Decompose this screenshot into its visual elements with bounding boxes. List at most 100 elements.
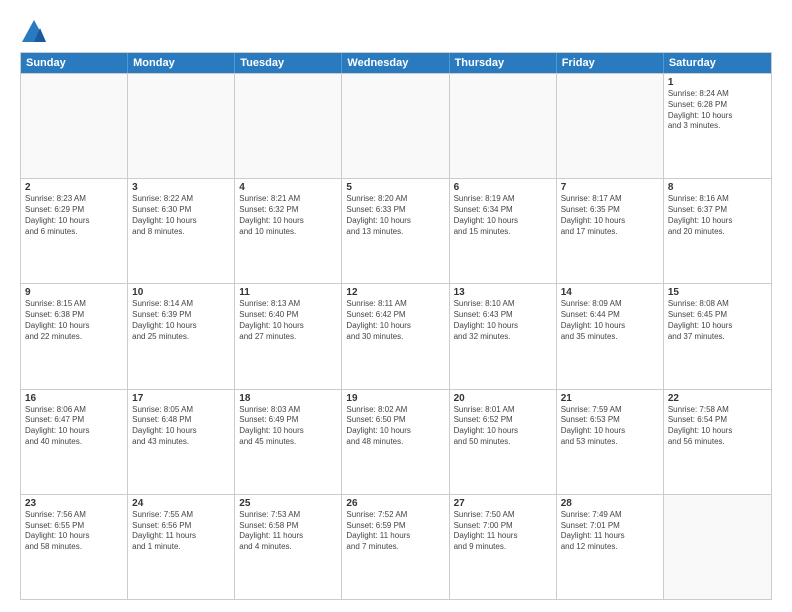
day-number: 18 (239, 393, 337, 404)
calendar-row-3: 9Sunrise: 8:15 AM Sunset: 6:38 PM Daylig… (21, 283, 771, 388)
calendar-body: 1Sunrise: 8:24 AM Sunset: 6:28 PM Daylig… (21, 73, 771, 599)
day-info: Sunrise: 7:59 AM Sunset: 6:53 PM Dayligh… (561, 405, 659, 448)
calendar-cell: 25Sunrise: 7:53 AM Sunset: 6:58 PM Dayli… (235, 495, 342, 599)
calendar-cell: 26Sunrise: 7:52 AM Sunset: 6:59 PM Dayli… (342, 495, 449, 599)
calendar-cell: 7Sunrise: 8:17 AM Sunset: 6:35 PM Daylig… (557, 179, 664, 283)
day-number: 1 (668, 77, 767, 88)
calendar-cell: 1Sunrise: 8:24 AM Sunset: 6:28 PM Daylig… (664, 74, 771, 178)
page: SundayMondayTuesdayWednesdayThursdayFrid… (0, 0, 792, 612)
day-number: 25 (239, 498, 337, 509)
day-number: 15 (668, 287, 767, 298)
day-number: 20 (454, 393, 552, 404)
calendar-cell: 14Sunrise: 8:09 AM Sunset: 6:44 PM Dayli… (557, 284, 664, 388)
logo-icon (20, 18, 48, 46)
calendar-cell (557, 74, 664, 178)
day-number: 2 (25, 182, 123, 193)
calendar-cell: 21Sunrise: 7:59 AM Sunset: 6:53 PM Dayli… (557, 390, 664, 494)
calendar-cell: 11Sunrise: 8:13 AM Sunset: 6:40 PM Dayli… (235, 284, 342, 388)
day-number: 24 (132, 498, 230, 509)
calendar-cell: 8Sunrise: 8:16 AM Sunset: 6:37 PM Daylig… (664, 179, 771, 283)
day-info: Sunrise: 7:53 AM Sunset: 6:58 PM Dayligh… (239, 510, 337, 553)
calendar-cell: 23Sunrise: 7:56 AM Sunset: 6:55 PM Dayli… (21, 495, 128, 599)
calendar-cell: 10Sunrise: 8:14 AM Sunset: 6:39 PM Dayli… (128, 284, 235, 388)
calendar-cell: 6Sunrise: 8:19 AM Sunset: 6:34 PM Daylig… (450, 179, 557, 283)
day-info: Sunrise: 8:06 AM Sunset: 6:47 PM Dayligh… (25, 405, 123, 448)
calendar-cell: 19Sunrise: 8:02 AM Sunset: 6:50 PM Dayli… (342, 390, 449, 494)
calendar-cell: 12Sunrise: 8:11 AM Sunset: 6:42 PM Dayli… (342, 284, 449, 388)
calendar-cell: 27Sunrise: 7:50 AM Sunset: 7:00 PM Dayli… (450, 495, 557, 599)
day-info: Sunrise: 8:09 AM Sunset: 6:44 PM Dayligh… (561, 299, 659, 342)
day-number: 23 (25, 498, 123, 509)
day-info: Sunrise: 7:55 AM Sunset: 6:56 PM Dayligh… (132, 510, 230, 553)
day-number: 7 (561, 182, 659, 193)
day-info: Sunrise: 8:20 AM Sunset: 6:33 PM Dayligh… (346, 194, 444, 237)
day-info: Sunrise: 8:02 AM Sunset: 6:50 PM Dayligh… (346, 405, 444, 448)
day-info: Sunrise: 8:03 AM Sunset: 6:49 PM Dayligh… (239, 405, 337, 448)
header-day-tuesday: Tuesday (235, 53, 342, 73)
calendar-cell (235, 74, 342, 178)
header-day-friday: Friday (557, 53, 664, 73)
calendar-cell (21, 74, 128, 178)
calendar-cell: 24Sunrise: 7:55 AM Sunset: 6:56 PM Dayli… (128, 495, 235, 599)
calendar-cell: 9Sunrise: 8:15 AM Sunset: 6:38 PM Daylig… (21, 284, 128, 388)
calendar-cell (342, 74, 449, 178)
calendar: SundayMondayTuesdayWednesdayThursdayFrid… (20, 52, 772, 600)
day-number: 16 (25, 393, 123, 404)
day-number: 19 (346, 393, 444, 404)
day-info: Sunrise: 7:49 AM Sunset: 7:01 PM Dayligh… (561, 510, 659, 553)
day-info: Sunrise: 8:08 AM Sunset: 6:45 PM Dayligh… (668, 299, 767, 342)
day-number: 14 (561, 287, 659, 298)
day-info: Sunrise: 8:16 AM Sunset: 6:37 PM Dayligh… (668, 194, 767, 237)
calendar-cell: 28Sunrise: 7:49 AM Sunset: 7:01 PM Dayli… (557, 495, 664, 599)
day-info: Sunrise: 8:10 AM Sunset: 6:43 PM Dayligh… (454, 299, 552, 342)
day-info: Sunrise: 8:14 AM Sunset: 6:39 PM Dayligh… (132, 299, 230, 342)
calendar-cell: 3Sunrise: 8:22 AM Sunset: 6:30 PM Daylig… (128, 179, 235, 283)
calendar-row-4: 16Sunrise: 8:06 AM Sunset: 6:47 PM Dayli… (21, 389, 771, 494)
calendar-cell (664, 495, 771, 599)
day-info: Sunrise: 8:13 AM Sunset: 6:40 PM Dayligh… (239, 299, 337, 342)
calendar-cell: 5Sunrise: 8:20 AM Sunset: 6:33 PM Daylig… (342, 179, 449, 283)
day-number: 13 (454, 287, 552, 298)
day-info: Sunrise: 8:21 AM Sunset: 6:32 PM Dayligh… (239, 194, 337, 237)
day-info: Sunrise: 8:23 AM Sunset: 6:29 PM Dayligh… (25, 194, 123, 237)
header-day-thursday: Thursday (450, 53, 557, 73)
day-number: 10 (132, 287, 230, 298)
calendar-cell (450, 74, 557, 178)
day-info: Sunrise: 8:01 AM Sunset: 6:52 PM Dayligh… (454, 405, 552, 448)
day-info: Sunrise: 8:22 AM Sunset: 6:30 PM Dayligh… (132, 194, 230, 237)
calendar-cell: 13Sunrise: 8:10 AM Sunset: 6:43 PM Dayli… (450, 284, 557, 388)
calendar-row-5: 23Sunrise: 7:56 AM Sunset: 6:55 PM Dayli… (21, 494, 771, 599)
day-info: Sunrise: 7:56 AM Sunset: 6:55 PM Dayligh… (25, 510, 123, 553)
day-number: 11 (239, 287, 337, 298)
day-number: 5 (346, 182, 444, 193)
calendar-cell: 18Sunrise: 8:03 AM Sunset: 6:49 PM Dayli… (235, 390, 342, 494)
header-day-wednesday: Wednesday (342, 53, 449, 73)
day-number: 27 (454, 498, 552, 509)
day-info: Sunrise: 8:24 AM Sunset: 6:28 PM Dayligh… (668, 89, 767, 132)
calendar-header: SundayMondayTuesdayWednesdayThursdayFrid… (21, 53, 771, 73)
day-info: Sunrise: 7:50 AM Sunset: 7:00 PM Dayligh… (454, 510, 552, 553)
day-info: Sunrise: 8:19 AM Sunset: 6:34 PM Dayligh… (454, 194, 552, 237)
calendar-cell: 4Sunrise: 8:21 AM Sunset: 6:32 PM Daylig… (235, 179, 342, 283)
day-number: 3 (132, 182, 230, 193)
day-info: Sunrise: 8:05 AM Sunset: 6:48 PM Dayligh… (132, 405, 230, 448)
calendar-row-1: 1Sunrise: 8:24 AM Sunset: 6:28 PM Daylig… (21, 73, 771, 178)
day-number: 9 (25, 287, 123, 298)
calendar-cell: 15Sunrise: 8:08 AM Sunset: 6:45 PM Dayli… (664, 284, 771, 388)
day-info: Sunrise: 8:15 AM Sunset: 6:38 PM Dayligh… (25, 299, 123, 342)
day-number: 21 (561, 393, 659, 404)
calendar-row-2: 2Sunrise: 8:23 AM Sunset: 6:29 PM Daylig… (21, 178, 771, 283)
calendar-cell: 20Sunrise: 8:01 AM Sunset: 6:52 PM Dayli… (450, 390, 557, 494)
day-number: 28 (561, 498, 659, 509)
day-number: 12 (346, 287, 444, 298)
day-info: Sunrise: 8:17 AM Sunset: 6:35 PM Dayligh… (561, 194, 659, 237)
logo (20, 18, 52, 46)
day-info: Sunrise: 8:11 AM Sunset: 6:42 PM Dayligh… (346, 299, 444, 342)
header-day-saturday: Saturday (664, 53, 771, 73)
day-number: 26 (346, 498, 444, 509)
day-number: 22 (668, 393, 767, 404)
header (20, 18, 772, 46)
day-info: Sunrise: 7:58 AM Sunset: 6:54 PM Dayligh… (668, 405, 767, 448)
calendar-cell (128, 74, 235, 178)
calendar-cell: 17Sunrise: 8:05 AM Sunset: 6:48 PM Dayli… (128, 390, 235, 494)
